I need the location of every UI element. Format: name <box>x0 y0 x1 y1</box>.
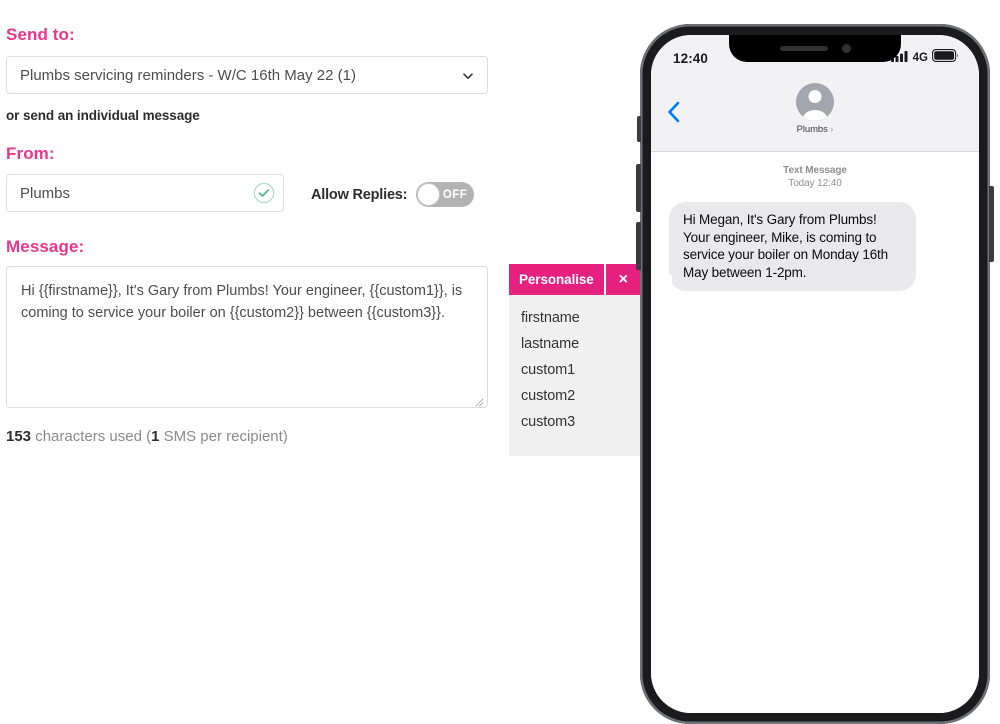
from-label: From: <box>6 144 55 163</box>
phone-power-button[interactable] <box>989 186 994 262</box>
personalise-header: Personalise × <box>509 264 641 295</box>
phone-screen: 12:40 4G Plumbs › Text Message Today 12:… <box>651 35 979 713</box>
list-item[interactable]: lastname <box>509 331 641 357</box>
personalise-title[interactable]: Personalise <box>509 264 604 295</box>
message-meta: Text Message Today 12:40 <box>651 164 979 190</box>
phone-notch <box>729 35 901 62</box>
network-type-label: 4G <box>912 52 928 64</box>
toggle-knob <box>417 183 441 206</box>
send-to-select[interactable]: Plumbs servicing reminders - W/C 16th Ma… <box>6 56 488 94</box>
avatar-head <box>808 90 822 103</box>
chat-contact[interactable]: Plumbs › <box>796 83 834 135</box>
front-camera-icon <box>841 44 851 53</box>
character-count-end-text: SMS per recipient) <box>159 428 288 445</box>
avatar <box>796 83 834 121</box>
list-item[interactable]: custom2 <box>509 383 641 409</box>
status-indicators: 4G <box>890 49 959 67</box>
battery-icon <box>932 49 959 67</box>
message-textarea[interactable]: Hi {{firstname}}, It's Gary from Plumbs!… <box>6 266 488 408</box>
personalise-token-list: firstname lastname custom1 custom2 custo… <box>509 295 641 456</box>
from-field[interactable]: Plumbs <box>6 174 284 212</box>
list-item[interactable]: custom1 <box>509 357 641 383</box>
allow-replies-state: OFF <box>442 188 468 201</box>
message-bubble: Hi Megan, It's Gary from Plumbs! Your en… <box>662 202 916 291</box>
avatar-body <box>802 110 828 121</box>
back-chevron-icon[interactable] <box>667 101 680 128</box>
message-label: Message: <box>6 237 85 256</box>
chat-header: Plumbs › <box>651 79 979 152</box>
personalise-panel: Personalise × firstname lastname custom1… <box>509 264 641 456</box>
allow-replies-group: Allow Replies: OFF <box>311 182 475 207</box>
list-item[interactable]: custom3 <box>509 409 641 435</box>
from-value: Plumbs <box>20 184 71 202</box>
allow-replies-label: Allow Replies: <box>311 186 408 203</box>
character-count: 153 characters used (1 SMS per recipient… <box>6 428 288 445</box>
phone-volume-down-button[interactable] <box>636 222 641 270</box>
chevron-right-icon: › <box>830 124 834 135</box>
send-to-selected-value: Plumbs servicing reminders - W/C 16th Ma… <box>20 66 356 84</box>
status-time: 12:40 <box>673 50 709 66</box>
chat-contact-name: Plumbs › <box>797 124 834 135</box>
list-item[interactable]: firstname <box>509 305 641 331</box>
sms-compose-form: Send to: Plumbs servicing reminders - W/… <box>0 0 510 500</box>
check-circle-icon <box>253 182 275 204</box>
phone-mockup: 12:40 4G Plumbs › Text Message Today 12:… <box>640 24 990 724</box>
message-type-label: Text Message <box>783 165 847 176</box>
send-to-label: Send to: <box>6 25 75 44</box>
phone-silent-switch[interactable] <box>637 116 641 142</box>
character-count-mid-text: characters used ( <box>31 428 152 445</box>
earpiece-speaker-icon <box>779 46 828 51</box>
contact-name-text: Plumbs <box>796 124 828 135</box>
individual-message-hint: or send an individual message <box>6 108 200 123</box>
message-timestamp: Today 12:40 <box>788 178 842 189</box>
resize-handle-icon[interactable] <box>474 394 484 407</box>
character-count-number: 153 <box>6 428 32 445</box>
chat-body: Text Message Today 12:40 Hi Megan, It's … <box>651 152 979 713</box>
phone-volume-up-button[interactable] <box>636 164 641 212</box>
chevron-down-icon <box>462 69 474 81</box>
allow-replies-toggle[interactable]: OFF <box>416 182 475 207</box>
